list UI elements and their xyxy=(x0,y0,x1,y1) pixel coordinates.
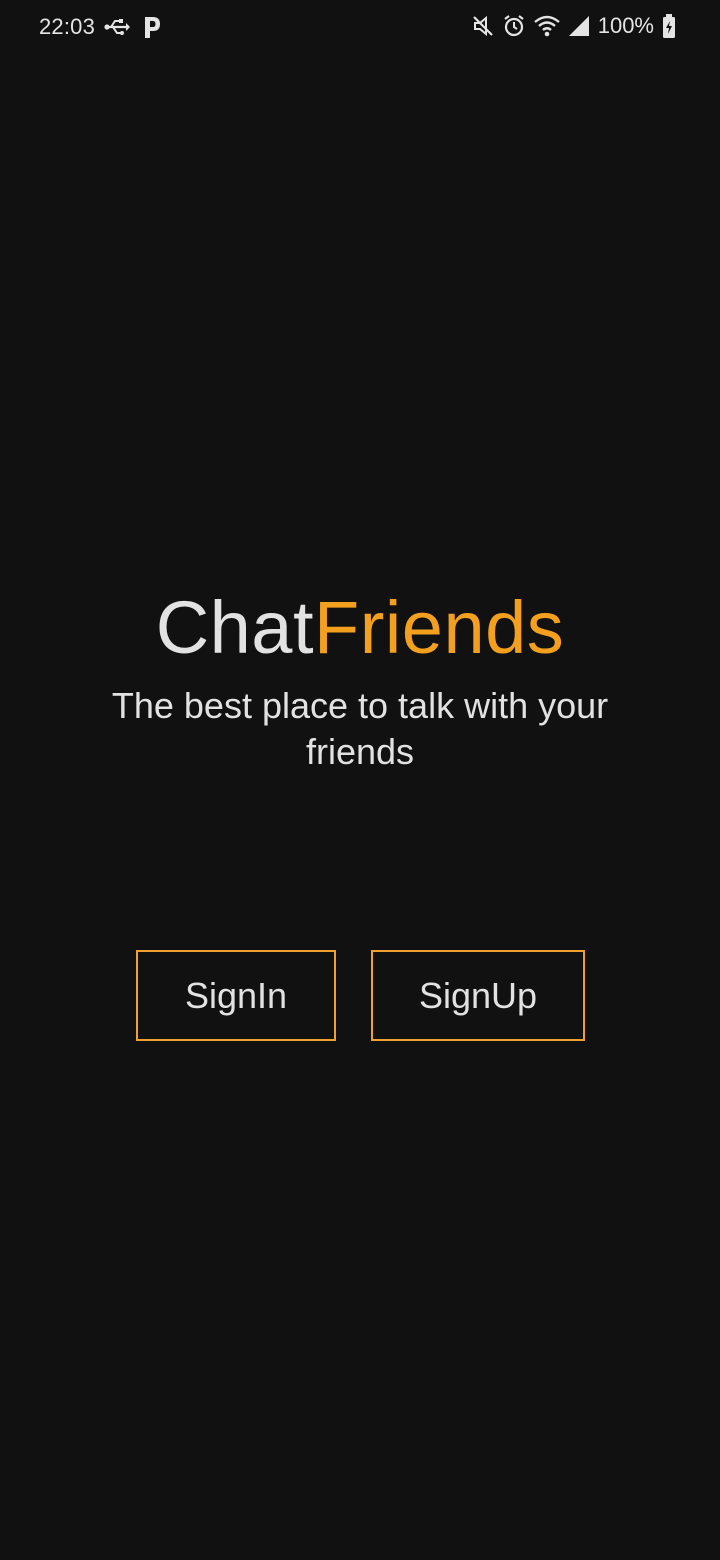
wifi-icon xyxy=(533,15,560,37)
alarm-icon xyxy=(502,14,526,38)
status-time: 22:03 xyxy=(39,14,96,39)
status-left-icons xyxy=(104,14,162,40)
tagline: The best place to talk with your friends xyxy=(111,685,609,772)
app-title: ChatFriends xyxy=(0,585,720,671)
app-title-part-chat: Chat xyxy=(155,586,315,669)
battery-icon xyxy=(662,13,676,39)
status-right-icons: 100% xyxy=(472,13,676,39)
mute-icon xyxy=(472,14,494,38)
cell-signal-icon xyxy=(568,15,590,37)
signin-button[interactable]: SignIn xyxy=(136,950,336,1041)
status-bar: 22:03 100% xyxy=(0,0,720,56)
app-screen: 22:03 100% ChatFriends The best place to… xyxy=(0,0,720,1560)
app-title-part-friends: Friends xyxy=(314,586,565,669)
signup-button[interactable]: SignUp xyxy=(371,950,585,1041)
battery-percent: 100% xyxy=(597,13,654,38)
parking-p-icon xyxy=(142,14,162,40)
usb-icon xyxy=(104,15,130,39)
